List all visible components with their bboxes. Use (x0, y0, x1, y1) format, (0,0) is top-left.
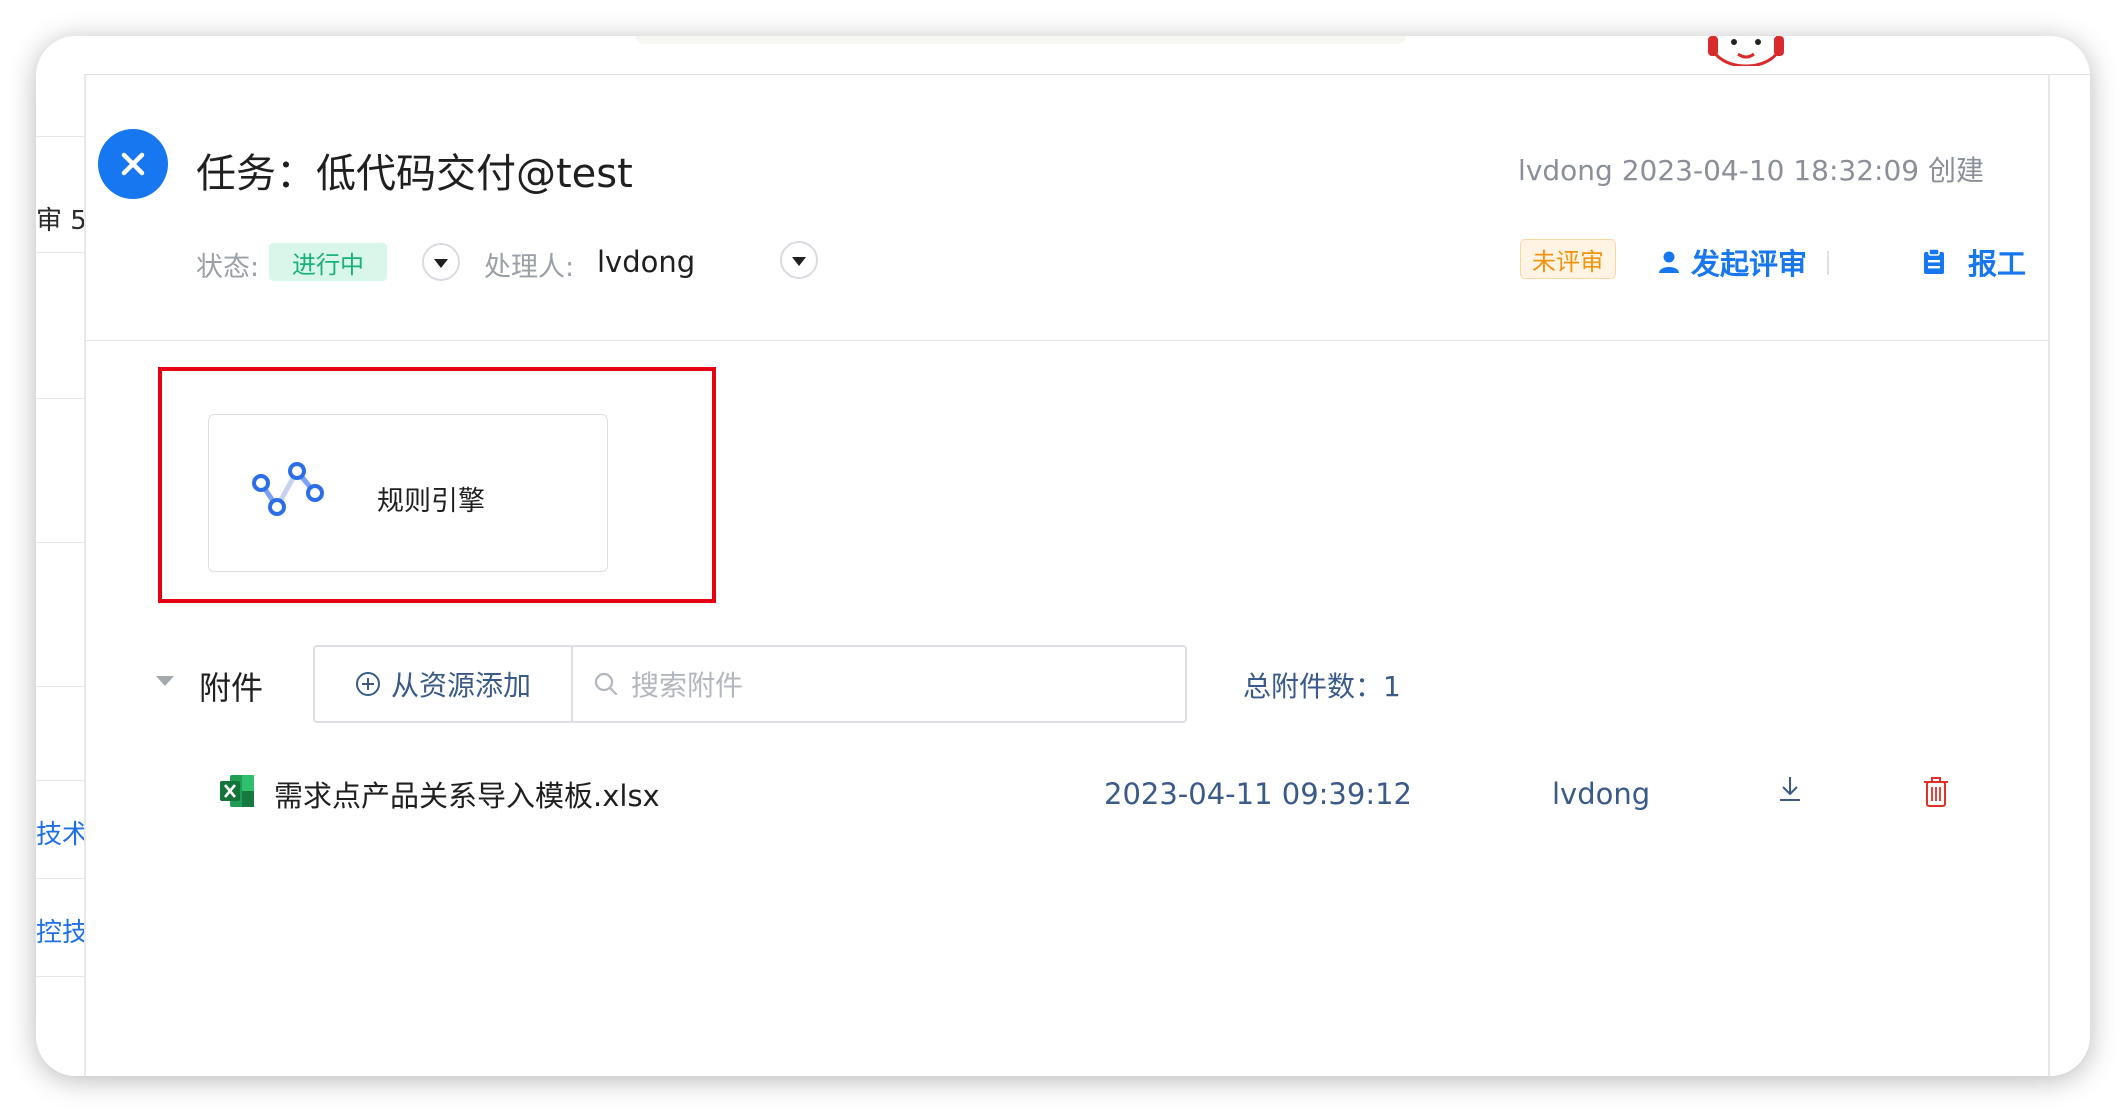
caret-down-icon (792, 257, 806, 266)
assignee-dropdown-button[interactable] (780, 241, 818, 279)
bg-row-text: 审 5 (36, 206, 87, 236)
bg-divider (36, 136, 84, 137)
bg-divider (36, 542, 84, 543)
task-detail-panel: 任务：低代码交付@test lvdong 2023-04-10 18:32:09… (84, 75, 2050, 1076)
excel-file-icon (220, 775, 254, 807)
bg-link[interactable]: 技术 (36, 814, 88, 851)
status-badge: 进行中 (269, 243, 387, 281)
assignee-label: 处理人: (484, 252, 575, 283)
bg-divider (36, 878, 84, 879)
status-dropdown-button[interactable] (422, 243, 460, 281)
task-title: 任务：低代码交付@test (196, 151, 633, 197)
attachments-title: 附件 (199, 669, 264, 707)
start-review-button[interactable]: 发起评审 (1657, 241, 1807, 283)
file-owner: lvdong (1552, 777, 1651, 811)
app-window: 审 5 技术 控技 任务：低代码交付@test lvdong 2023-04-1… (36, 36, 2090, 1076)
collapse-caret-icon[interactable] (156, 676, 174, 686)
status-label: 状态: (196, 252, 260, 283)
close-button[interactable] (98, 129, 168, 199)
bg-divider (36, 398, 84, 399)
review-status-badge: 未评审 (1520, 239, 1616, 279)
attachment-search-input[interactable]: 搜索附件 (573, 647, 1185, 721)
download-icon[interactable] (1774, 773, 1806, 805)
bg-link[interactable]: 控技 (36, 912, 88, 949)
attachment-toolbar: 从资源添加 搜索附件 (313, 645, 1187, 723)
start-review-label: 发起评审 (1691, 247, 1808, 281)
caret-down-icon (434, 259, 448, 268)
bg-divider (36, 976, 84, 977)
user-icon (1659, 251, 1679, 273)
search-placeholder: 搜索附件 (631, 669, 744, 702)
bg-divider (36, 780, 84, 781)
created-info: lvdong 2023-04-10 18:32:09 创建 (1518, 154, 1984, 187)
background-list: 审 5 技术 控技 (36, 36, 88, 1076)
attachment-row[interactable]: 需求点产品关系导入模板.xlsx 2023-04-11 09:39:12 lvd… (86, 765, 2048, 819)
action-separator (1827, 251, 1829, 275)
bg-divider (36, 252, 84, 253)
rule-engine-icon (252, 462, 324, 516)
add-from-resource-label: 从资源添加 (390, 669, 531, 702)
assignee-value: lvdong (597, 245, 696, 279)
file-name[interactable]: 需求点产品关系导入模板.xlsx (274, 773, 660, 815)
bg-divider (36, 686, 84, 687)
header-divider (86, 340, 2048, 341)
delete-icon[interactable] (1920, 775, 1952, 809)
file-upload-date: 2023-04-11 09:39:12 (1104, 777, 1412, 811)
plus-circle-icon (355, 672, 380, 696)
report-work-label: 报工 (1968, 247, 2027, 281)
search-icon (594, 672, 618, 696)
add-from-resource-button[interactable]: 从资源添加 (315, 647, 573, 721)
top-notice-bar (636, 36, 1406, 44)
close-icon (121, 152, 145, 176)
rule-engine-label: 规则引擎 (377, 486, 485, 517)
attachment-count: 总附件数：1 (1243, 670, 1401, 703)
clipboard-icon (1924, 249, 1944, 274)
mascot-icon (1708, 36, 1784, 66)
report-work-button[interactable]: 报工 (1922, 241, 2026, 283)
rule-engine-card[interactable]: 规则引擎 (208, 414, 608, 572)
